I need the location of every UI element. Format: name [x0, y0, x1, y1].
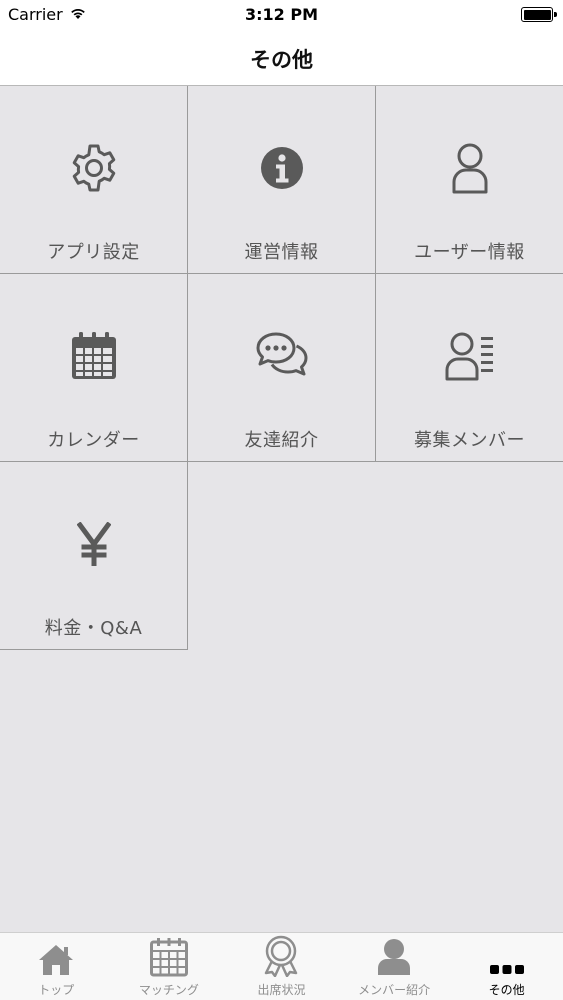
menu-item-label: 運営情報 — [244, 242, 319, 263]
award-icon — [261, 933, 301, 979]
tab-label: その他 — [488, 983, 525, 997]
menu-item-pricing-qa[interactable]: 料金・Q&A — [0, 462, 188, 650]
menu-row: アプリ設定 運営情報 ユーザー情報 — [0, 86, 563, 274]
menu-item-label: アプリ設定 — [47, 242, 140, 263]
tab-label: 出席状況 — [257, 983, 306, 997]
member-list-icon — [376, 326, 563, 386]
menu-row: 料金・Q&A — [0, 462, 563, 650]
menu-item-label: カレンダー — [47, 430, 140, 451]
menu-item-label: ユーザー情報 — [414, 242, 525, 263]
tab-label: メンバー紹介 — [358, 983, 431, 997]
menu-row: カレンダー 友達紹介 募集メンバー — [0, 274, 563, 462]
tab-bar: トップ マッチング 出席状況 メンバー紹介 その他 — [0, 932, 563, 1000]
menu-item-user-info[interactable]: ユーザー情報 — [376, 86, 563, 274]
menu-item-label: 募集メンバー — [414, 430, 525, 451]
menu-item-calendar[interactable]: カレンダー — [0, 274, 188, 462]
status-bar: Carrier 3:12 PM — [0, 0, 563, 32]
tab-label: マッチング — [138, 983, 199, 997]
tab-other[interactable]: その他 — [450, 933, 563, 1000]
yen-icon — [0, 514, 187, 574]
gear-icon — [0, 138, 187, 198]
battery-icon — [521, 7, 557, 22]
menu-item-label: 料金・Q&A — [44, 618, 143, 639]
menu-item-operation-info[interactable]: 運営情報 — [188, 86, 376, 274]
status-time: 3:12 PM — [244, 5, 318, 24]
menu-grid: アプリ設定 運営情報 ユーザー情報 カレンダー 友達紹介 募集メンバー 料金・Q… — [0, 86, 563, 650]
chat-bubbles-icon — [188, 326, 375, 386]
menu-item-app-settings[interactable]: アプリ設定 — [0, 86, 188, 274]
person-icon — [376, 933, 412, 979]
info-icon — [188, 138, 375, 198]
calendar-icon — [0, 326, 187, 386]
tab-label: トップ — [38, 983, 75, 997]
tab-member-intro[interactable]: メンバー紹介 — [338, 933, 451, 1000]
home-icon — [37, 933, 75, 979]
page-title: その他 — [250, 47, 313, 72]
tab-top[interactable]: トップ — [0, 933, 113, 1000]
tab-matching[interactable]: マッチング — [113, 933, 226, 1000]
user-icon — [376, 138, 563, 198]
menu-item-label: 友達紹介 — [244, 430, 319, 451]
screen: Carrier 3:12 PM その他 アプリ設定 運営情報 ユーザー情報 カレ… — [0, 0, 563, 1000]
calendar-icon — [149, 933, 188, 979]
navigation-bar: その他 — [0, 32, 563, 86]
tab-attendance[interactable]: 出席状況 — [225, 933, 338, 1000]
menu-item-recruit-members[interactable]: 募集メンバー — [376, 274, 563, 462]
more-icon — [489, 933, 525, 979]
menu-item-friend-referral[interactable]: 友達紹介 — [188, 274, 376, 462]
